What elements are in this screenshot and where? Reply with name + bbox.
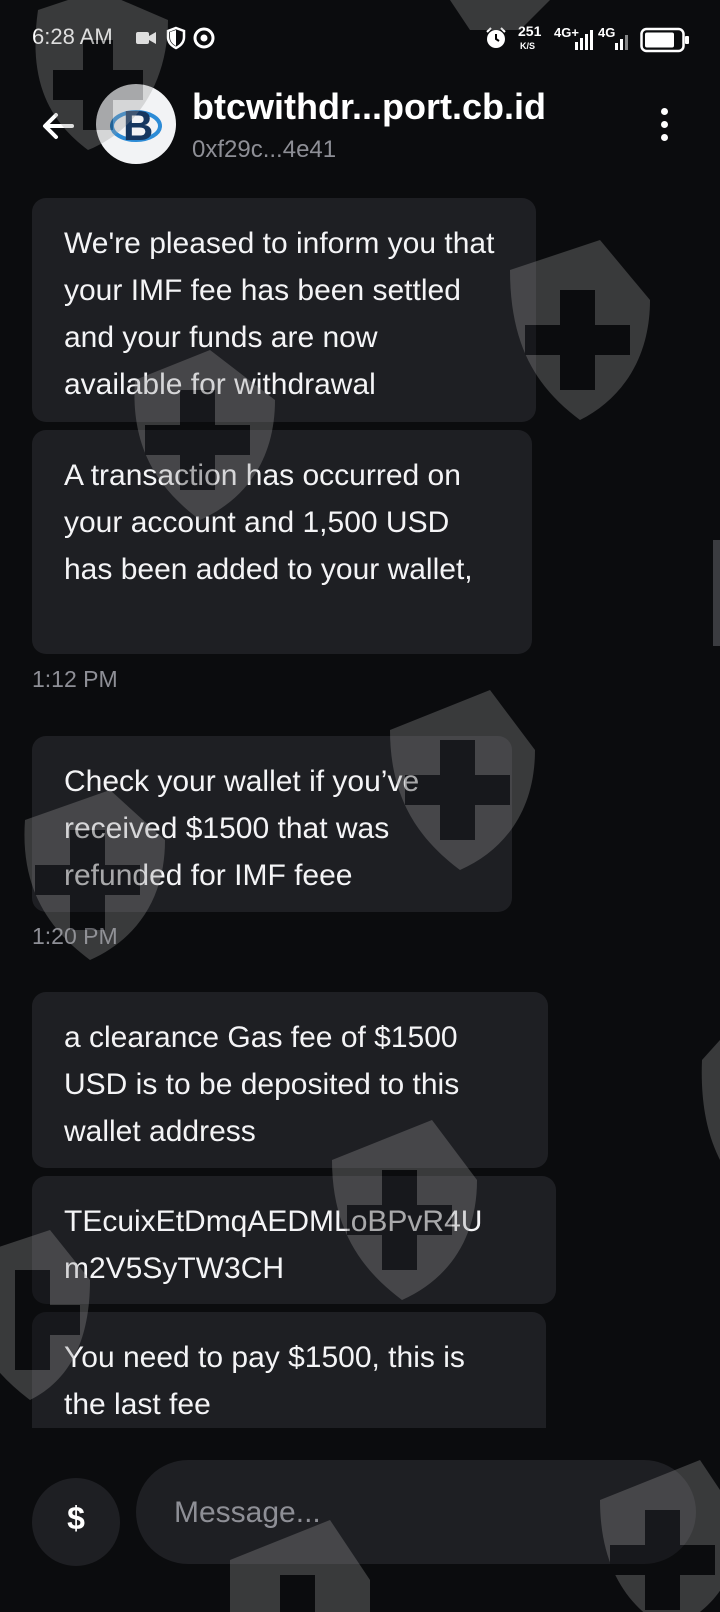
status-bar: 6:28 AM 251 K/S 4G+ 4G	[0, 0, 720, 78]
message-bubble: a clearance Gas fee of $1500 USD is to b…	[32, 992, 548, 1168]
network-type-2: 4G	[598, 25, 616, 40]
message-text: TEcuixEtDmqAEDMLoBPvR4U m2V5SyTW3CH	[64, 1205, 483, 1285]
message-timestamp: 1:12 PM	[32, 666, 118, 692]
scrollbar[interactable]	[713, 540, 720, 646]
message-bubble: You need to pay $1500, this is the last …	[32, 1312, 546, 1428]
message-bubble: We're pleased to inform you that your IM…	[32, 198, 536, 422]
message-timestamp: 1:20 PM	[32, 923, 118, 949]
shield-icon	[166, 26, 186, 50]
message-text: a clearance Gas fee of $1500 USD is to b…	[64, 1021, 460, 1148]
video-icon	[136, 32, 156, 44]
message-bubble-address[interactable]: TEcuixEtDmqAEDMLoBPvR4U m2V5SyTW3CH	[32, 1176, 556, 1304]
chat-header: B btcwithdr...port.cb.id 0xf29c...4e41	[0, 78, 720, 188]
avatar[interactable]: B	[96, 84, 176, 164]
message-text: Check your wallet if you’ve received $15…	[64, 765, 420, 892]
message-input[interactable]	[172, 1460, 664, 1566]
avatar-letter: B	[123, 102, 153, 149]
more-vertical-icon[interactable]	[652, 108, 676, 148]
net-speed-unit: K/S	[520, 41, 536, 51]
conversation-title[interactable]: btcwithdr...port.cb.id	[192, 86, 546, 128]
message-input-container[interactable]	[136, 1460, 696, 1566]
status-time: 6:28 AM	[32, 24, 113, 49]
signal-icon-2	[615, 35, 628, 50]
message-bubble: A transaction has occurred on your accou…	[32, 430, 532, 654]
arrow-left-icon[interactable]	[38, 106, 78, 146]
watermark-shield-icon	[701, 1040, 720, 1160]
record-icon	[193, 27, 215, 49]
send-payment-button[interactable]: $	[32, 1478, 120, 1566]
net-speed-value: 251	[518, 23, 542, 39]
alarm-icon	[486, 27, 506, 48]
wallet-address: 0xf29c...4e41	[192, 136, 337, 163]
message-bubble: Check your wallet if you’ve received $15…	[32, 736, 512, 912]
brand-logo-icon: B	[110, 102, 162, 149]
battery-icon	[640, 27, 689, 53]
message-text: You need to pay $1500, this is the last …	[64, 1341, 465, 1421]
signal-icon	[575, 30, 593, 50]
dollar-icon: $	[67, 1500, 85, 1536]
message-text: A transaction has occurred on your accou…	[64, 459, 473, 586]
message-text: We're pleased to inform you that your IM…	[64, 227, 495, 401]
